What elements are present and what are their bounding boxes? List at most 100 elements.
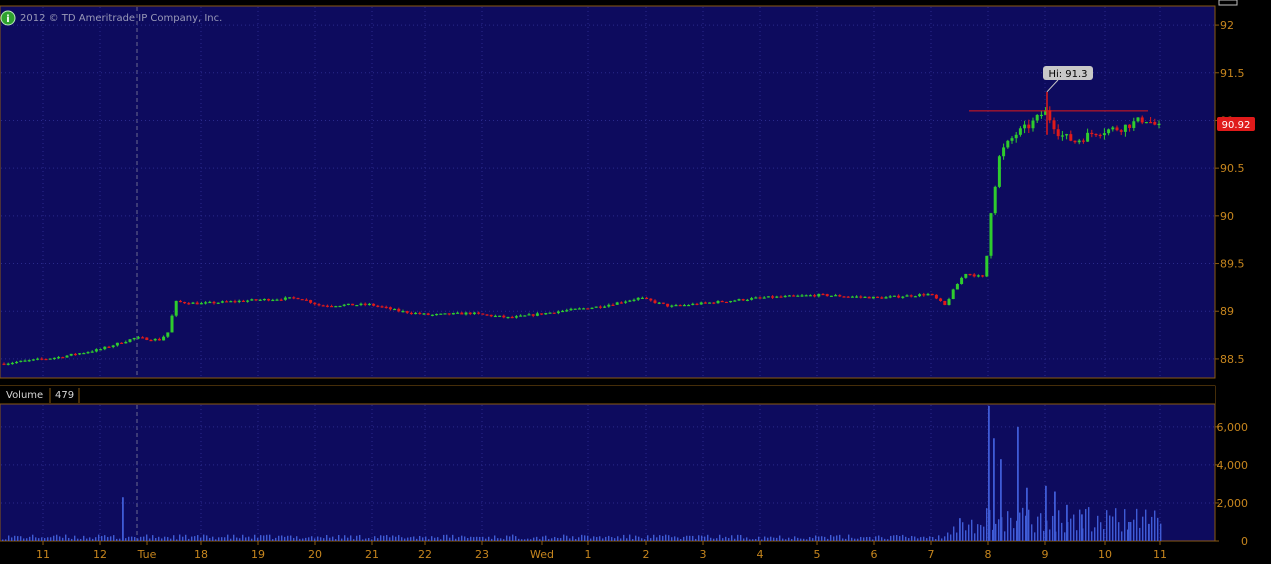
candle-body xyxy=(82,352,86,355)
volume-bar xyxy=(728,538,730,541)
candle-body xyxy=(258,299,262,301)
candle-body xyxy=(191,302,195,304)
candle-body xyxy=(388,307,392,310)
volume-bar xyxy=(377,538,379,541)
volume-bar xyxy=(839,534,841,541)
candle-body xyxy=(636,297,640,300)
volume-bar xyxy=(665,534,667,541)
candle-body xyxy=(997,156,1001,187)
candle-body xyxy=(603,306,607,308)
volume-bar xyxy=(836,535,838,541)
candle-body xyxy=(703,302,707,304)
candle-body xyxy=(741,299,745,301)
volume-bar xyxy=(227,534,229,541)
volume-bar xyxy=(710,537,712,541)
volume-bar xyxy=(620,538,622,541)
candle-body xyxy=(640,297,644,300)
volume-bar xyxy=(749,539,751,541)
volume-bar xyxy=(443,534,445,541)
candle-body xyxy=(582,308,586,310)
volume-bar xyxy=(725,536,727,541)
volume-bar xyxy=(785,539,787,541)
volume-bar xyxy=(275,537,277,541)
volume-bar xyxy=(605,536,607,541)
candle-body xyxy=(309,300,313,303)
volume-bar xyxy=(308,537,310,541)
volume-bar xyxy=(437,537,439,541)
volume-bar xyxy=(794,536,796,541)
x-tick-label: 10 xyxy=(1098,548,1112,561)
volume-bar xyxy=(44,538,46,541)
price-tick-label: 90.5 xyxy=(1220,162,1245,175)
candle-body xyxy=(233,301,237,303)
candle-body xyxy=(199,303,203,305)
candle-body xyxy=(128,339,132,342)
candle-body xyxy=(708,302,712,304)
volume-bar xyxy=(956,532,958,541)
panel-divider[interactable] xyxy=(0,379,1215,385)
volume-tick-label: 0 xyxy=(1241,535,1248,548)
volume-bar xyxy=(185,534,187,541)
candle-body xyxy=(6,363,10,365)
x-tick-label: 1 xyxy=(585,548,592,561)
candle-body xyxy=(40,358,44,360)
candle-body xyxy=(57,357,61,359)
volume-bar xyxy=(791,539,793,541)
volume-bar xyxy=(251,538,253,541)
candle-body xyxy=(724,301,728,304)
volume-bar xyxy=(734,538,736,541)
candle-body xyxy=(960,277,964,285)
volume-bar xyxy=(704,536,706,541)
volume-bar xyxy=(650,538,652,541)
volume-bar xyxy=(800,538,802,541)
candle-body xyxy=(288,297,292,299)
volume-bar xyxy=(440,539,442,541)
candle-body xyxy=(502,315,506,318)
volume-bar xyxy=(56,534,58,541)
volume-bar xyxy=(1160,523,1162,541)
volume-bar xyxy=(335,539,337,541)
volume-bar xyxy=(383,535,385,541)
volume-bar xyxy=(527,538,529,541)
candle-body xyxy=(926,293,930,296)
volume-bar xyxy=(983,526,985,541)
volume-bar xyxy=(209,537,211,541)
candle-body xyxy=(682,304,686,307)
volume-bar xyxy=(953,526,955,541)
candle-body xyxy=(1073,140,1077,143)
volume-bar xyxy=(905,536,907,541)
candle-body xyxy=(964,273,968,278)
volume-bar xyxy=(686,535,688,541)
candle-body xyxy=(489,314,493,317)
volume-bar xyxy=(47,537,49,541)
candle-body xyxy=(338,305,342,308)
volume-bar xyxy=(347,537,349,541)
volume-bar xyxy=(62,537,64,541)
candle-body xyxy=(23,360,27,362)
volume-bar xyxy=(962,522,964,541)
chart: 92 91.5 9 1 90.5 90 89.5 89 88.5 i 2012 © TD Ame… xyxy=(0,0,1271,564)
volume-bar xyxy=(1031,524,1033,541)
volume-bar xyxy=(218,537,220,541)
volume-bar xyxy=(545,535,547,541)
volume-bar xyxy=(176,539,178,541)
volume-bar xyxy=(236,537,238,541)
price-tick-label: 89 xyxy=(1220,305,1234,318)
candle-body xyxy=(107,346,111,348)
volume-bar xyxy=(491,538,493,541)
candle-body xyxy=(1123,124,1127,132)
candle-body xyxy=(737,299,741,301)
volume-bar xyxy=(1028,509,1030,541)
volume-bar xyxy=(611,537,613,541)
volume-bar xyxy=(893,535,895,541)
candle-body xyxy=(384,306,388,309)
x-tick-label: 19 xyxy=(251,548,265,561)
candle-body xyxy=(535,313,539,316)
candle-body xyxy=(145,337,149,341)
volume-bar xyxy=(317,536,319,541)
candle-body xyxy=(90,351,94,353)
candle-body xyxy=(821,293,825,296)
x-tick-label: 9 xyxy=(1042,548,1049,561)
volume-bar xyxy=(32,534,34,541)
candle-body xyxy=(1086,132,1090,142)
